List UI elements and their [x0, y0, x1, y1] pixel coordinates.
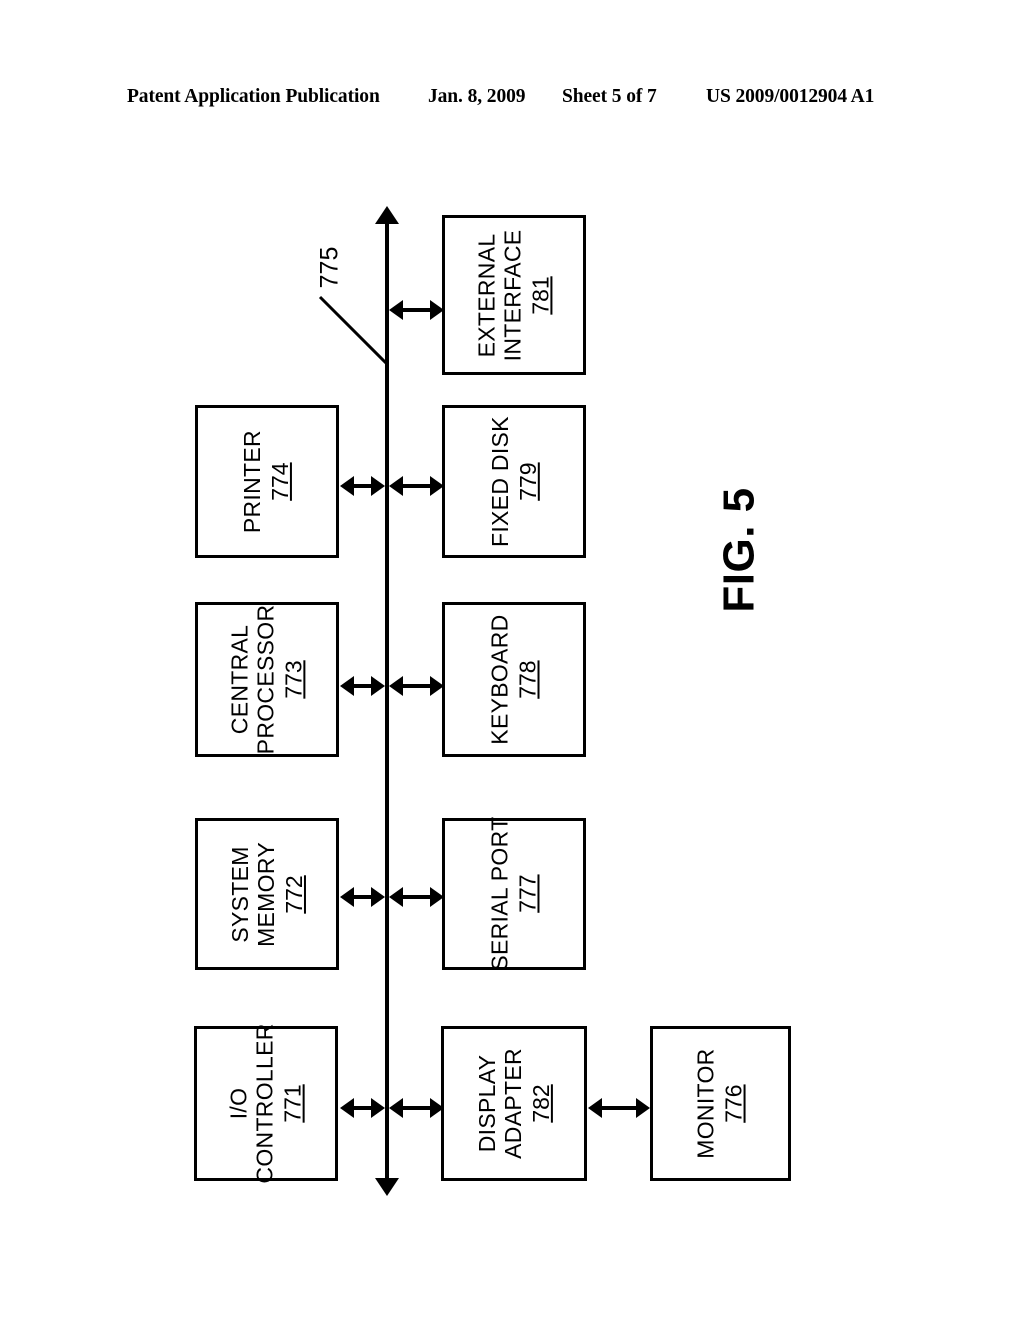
figure-number-text: FIG. 5	[715, 487, 764, 613]
node-printer-label: PRINTER	[239, 429, 266, 534]
node-keyboard: KEYBOARD 778	[442, 602, 586, 757]
connector-shaft	[597, 1106, 641, 1110]
node-external-interface: EXTERNAL INTERFACE 781	[442, 215, 586, 375]
connector-bus-to-keyboard	[389, 676, 444, 696]
node-system-memory: SYSTEM MEMORY 772	[195, 818, 339, 970]
arrowhead-right-icon	[371, 887, 385, 907]
bus-arrowhead-up-icon	[375, 206, 399, 224]
arrowhead-right-icon	[636, 1098, 650, 1118]
node-system-memory-label-line1: SYSTEM	[226, 845, 253, 943]
arrowhead-right-icon	[430, 476, 444, 496]
node-serial-port-label: SERIAL PORT	[486, 816, 513, 972]
node-display-adapter-label-line2: ADAPTER	[499, 1048, 526, 1159]
connector-display-adapter-to-monitor	[588, 1098, 650, 1118]
bus-leader-line	[318, 295, 398, 375]
arrowhead-right-icon	[430, 676, 444, 696]
arrowhead-right-icon	[371, 1098, 385, 1118]
node-serial-port-ref: 777	[514, 874, 541, 914]
connector-bus-to-external-interface	[389, 300, 444, 320]
node-central-processor: CENTRAL PROCESSOR 773	[195, 602, 339, 757]
arrowhead-right-icon	[371, 476, 385, 496]
connector-io-controller-to-bus	[340, 1098, 385, 1118]
arrowhead-right-icon	[430, 1098, 444, 1118]
connector-bus-to-serial-port	[389, 887, 444, 907]
connector-printer-to-bus	[340, 476, 385, 496]
node-monitor-ref: 776	[720, 1084, 747, 1123]
node-serial-port: SERIAL PORT 777	[442, 816, 586, 972]
bus-reference-text: 775	[315, 246, 344, 288]
node-fixed-disk-ref: 779	[514, 462, 541, 501]
bus-reference-label: 775	[300, 232, 360, 302]
node-io-controller-ref: 771	[279, 1084, 306, 1123]
connector-central-processor-to-bus	[340, 676, 385, 696]
node-central-processor-label-line1: CENTRAL	[226, 624, 253, 735]
node-fixed-disk: FIXED DISK 779	[442, 405, 586, 558]
bus-arrowhead-down-icon	[375, 1178, 399, 1196]
figure-5-block-diagram: 775 EXTERNAL INTERFACE 781 PRINTER 774 F…	[0, 0, 1024, 1320]
node-external-interface-label-line1: EXTERNAL	[473, 233, 500, 357]
node-display-adapter-label-line1: DISPLAY	[473, 1054, 500, 1153]
patent-page: Patent Application Publication Jan. 8, 2…	[0, 0, 1024, 1320]
node-central-processor-label-line2: PROCESSOR	[252, 604, 279, 755]
node-display-adapter-ref: 782	[527, 1084, 554, 1123]
connector-bus-to-display-adapter	[389, 1098, 444, 1118]
node-external-interface-ref: 781	[527, 275, 554, 315]
node-fixed-disk-label: FIXED DISK	[486, 416, 513, 547]
connector-system-memory-to-bus	[340, 887, 385, 907]
node-external-interface-label-line2: INTERFACE	[499, 229, 526, 361]
node-display-adapter: DISPLAY ADAPTER 782	[441, 1026, 587, 1181]
node-keyboard-ref: 778	[514, 660, 541, 699]
node-keyboard-label: KEYBOARD	[486, 614, 513, 745]
node-io-controller-label-line2: CONTROLLER	[251, 1023, 278, 1184]
arrowhead-right-icon	[430, 300, 444, 320]
node-printer: PRINTER 774	[195, 405, 339, 558]
node-system-memory-ref: 772	[280, 874, 307, 914]
node-io-controller-label-line1: I/O	[225, 1087, 252, 1120]
node-central-processor-ref: 773	[280, 660, 307, 699]
connector-bus-to-fixed-disk	[389, 476, 444, 496]
node-io-controller: I/O CONTROLLER 771	[194, 1023, 338, 1184]
figure-number-label: FIG. 5	[660, 480, 820, 620]
arrowhead-right-icon	[430, 887, 444, 907]
node-system-memory-label-line2: MEMORY	[252, 841, 279, 947]
node-printer-ref: 774	[267, 462, 294, 501]
node-monitor-label: MONITOR	[692, 1048, 719, 1159]
node-monitor: MONITOR 776	[650, 1026, 791, 1181]
arrowhead-right-icon	[371, 676, 385, 696]
